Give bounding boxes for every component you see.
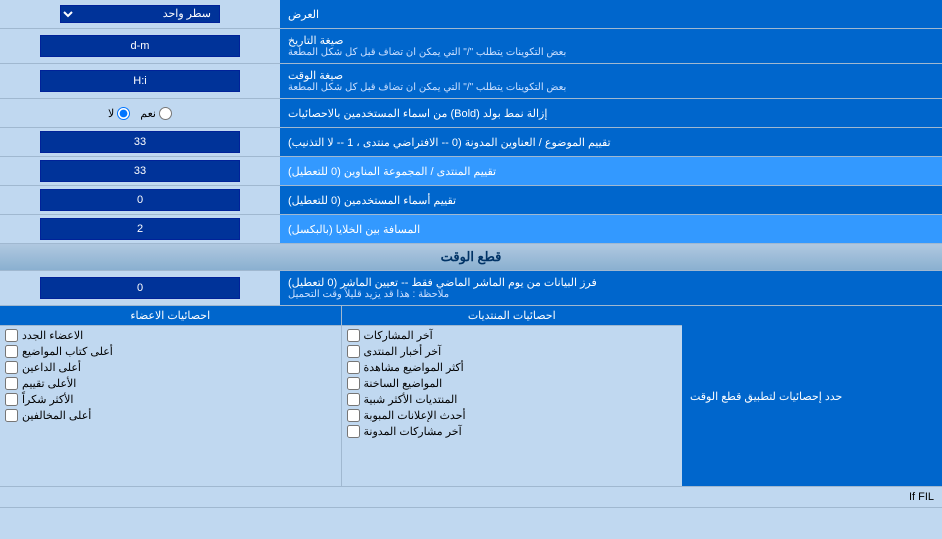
topic-order-input[interactable]: [40, 131, 240, 153]
cutoff-input[interactable]: [40, 277, 240, 299]
list-item: أعلى الداعين: [5, 361, 336, 374]
checkbox-col2-5[interactable]: [5, 409, 18, 422]
forum-order-input[interactable]: [40, 160, 240, 182]
checkbox-col1-4[interactable]: [347, 393, 360, 406]
time-format-input-cell: [0, 64, 280, 98]
time-format-input[interactable]: [40, 70, 240, 92]
list-item: آخر مشاركات المدونة: [347, 425, 678, 438]
list-item: أعلى كتاب المواضيع: [5, 345, 336, 358]
cell-spacing-label: المسافة بين الخلايا (بالبكسل): [280, 215, 942, 243]
list-item: أعلى المخالفين: [5, 409, 336, 422]
col1-header: احصائيات المنتديات: [342, 306, 683, 325]
topic-order-input-cell: [0, 128, 280, 156]
date-format-label: صيغة التاريخ بعض التكوينات يتطلب "/" الت…: [280, 29, 942, 63]
stats-checkboxes-area: احصائيات المنتديات احصائيات الاعضاء آخر …: [0, 306, 682, 486]
stats-label: حدد إحصائيات لتطبيق قطع الوقت: [682, 306, 942, 486]
cutoff-input-cell: [0, 271, 280, 305]
radio-yes-label[interactable]: نعم: [140, 107, 172, 120]
list-item: آخر المشاركات: [347, 329, 678, 342]
display-select[interactable]: سطر واحدسطرينثلاثة أسطر: [60, 5, 220, 23]
list-item: المواضيع الساخنة: [347, 377, 678, 390]
checkbox-col1-2[interactable]: [347, 361, 360, 374]
bold-remove-label: إزالة نمط بولد (Bold) من اسماء المستخدمي…: [280, 99, 942, 127]
date-format-input-cell: [0, 29, 280, 63]
list-item: الأعلى تقييم: [5, 377, 336, 390]
list-item: آخر أخبار المنتدى: [347, 345, 678, 358]
list-item: أحدث الإعلانات المبوبة: [347, 409, 678, 422]
topic-order-label: تقييم الموضوع / العناوين المدونة (0 -- ا…: [280, 128, 942, 156]
checkbox-col1-0[interactable]: [347, 329, 360, 342]
username-order-input[interactable]: [40, 189, 240, 211]
radio-no[interactable]: [117, 107, 130, 120]
checkbox-col2-4[interactable]: [5, 393, 18, 406]
date-format-input[interactable]: [40, 35, 240, 57]
checkbox-col1-5[interactable]: [347, 409, 360, 422]
checkbox-col1-1[interactable]: [347, 345, 360, 358]
col2-header: احصائيات الاعضاء: [0, 306, 341, 325]
section-header: قطع الوقت: [0, 244, 942, 271]
username-order-label: تقييم أسماء المستخدمين (0 للتعطيل): [280, 186, 942, 214]
filter-row: If FIL: [0, 487, 942, 508]
bold-remove-radio-cell: نعم لا: [0, 99, 280, 127]
cutoff-label: فرز البيانات من يوم الماشر الماضي فقط --…: [280, 271, 942, 305]
checkbox-col1-6[interactable]: [347, 425, 360, 438]
cell-spacing-input[interactable]: [40, 218, 240, 240]
checkbox-col2-2[interactable]: [5, 361, 18, 374]
forum-order-label: تقييم المنتدى / المجموعة المناوين (0 للت…: [280, 157, 942, 185]
col1-checkboxes: آخر المشاركات آخر أخبار المنتدى أكثر الم…: [342, 326, 683, 486]
list-item: الاعضاء الجدد: [5, 329, 336, 342]
checkbox-col2-3[interactable]: [5, 377, 18, 390]
checkbox-col1-3[interactable]: [347, 377, 360, 390]
checkbox-col2-0[interactable]: [5, 329, 18, 342]
list-item: المنتديات الأكثر شبية: [347, 393, 678, 406]
col2-checkboxes: الاعضاء الجدد أعلى كتاب المواضيع أعلى ال…: [0, 326, 341, 486]
time-format-label: صيغة الوقت بعض التكوينات يتطلب "/" التي …: [280, 64, 942, 98]
display-input-cell: سطر واحدسطرينثلاثة أسطر: [0, 0, 280, 28]
radio-no-label[interactable]: لا: [108, 107, 130, 120]
list-item: الأكثر شكراً: [5, 393, 336, 406]
list-item: أكثر المواضيع مشاهدة: [347, 361, 678, 374]
forum-order-input-cell: [0, 157, 280, 185]
display-label: العرض: [280, 0, 942, 28]
username-order-input-cell: [0, 186, 280, 214]
radio-yes[interactable]: [159, 107, 172, 120]
cell-spacing-input-cell: [0, 215, 280, 243]
checkbox-col2-1[interactable]: [5, 345, 18, 358]
